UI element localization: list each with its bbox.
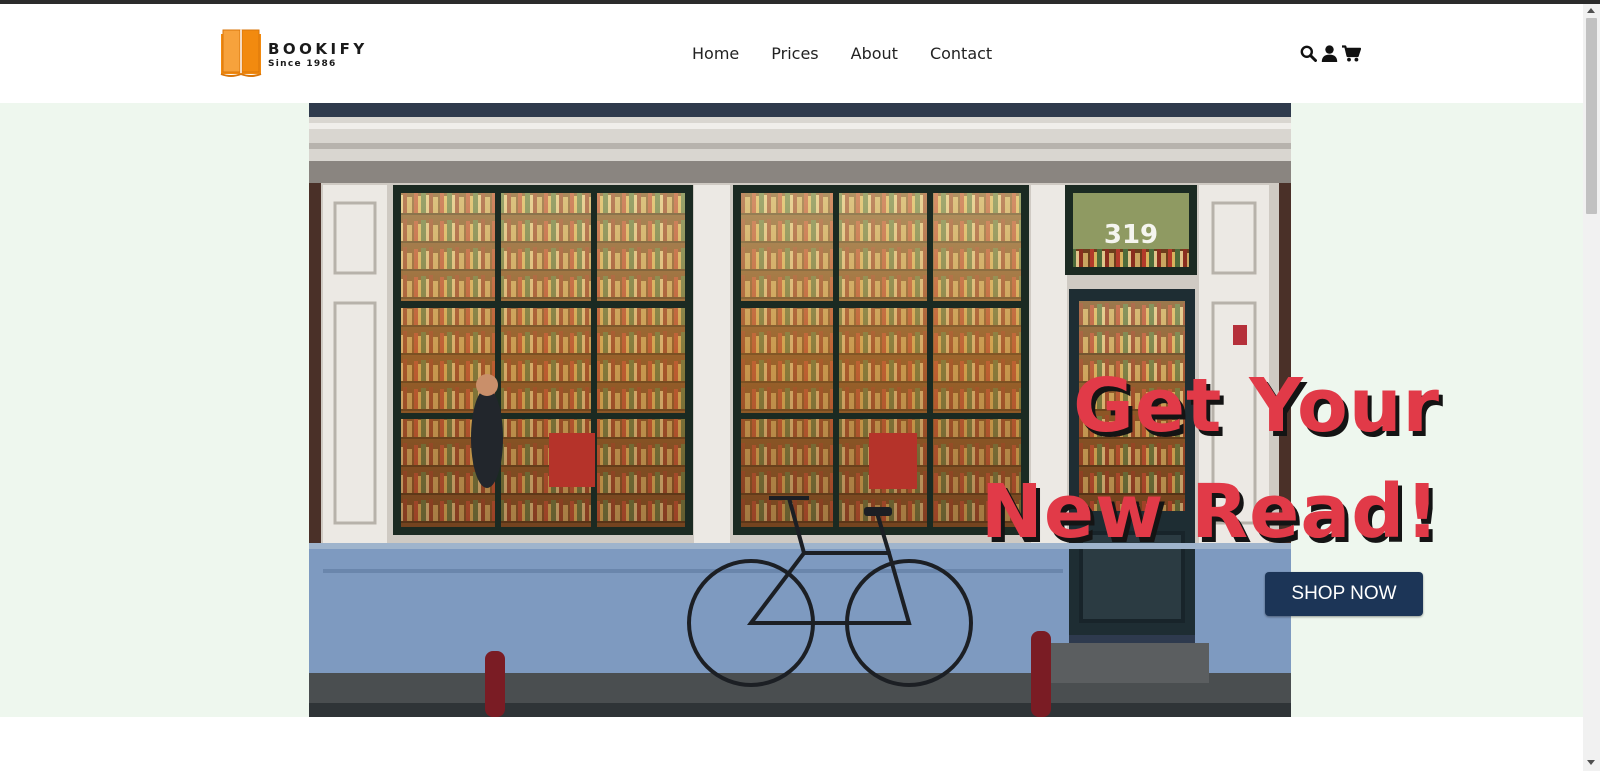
cart-icon[interactable] [1342,45,1361,62]
scroll-down-arrow-icon[interactable] [1587,760,1595,765]
scrollbar-thumb[interactable] [1586,18,1597,214]
hero-headline-line2: New Read! [980,469,1440,555]
nav-about-link[interactable]: About [851,44,898,68]
brand-name: BOOKIFY [268,40,368,58]
hero-section: 319 Get Your New Read! SHOP NOW [0,103,1583,717]
brand-tagline: Since 1986 [268,59,337,69]
brand-logo[interactable]: BOOKIFY Since 1986 [220,26,370,78]
nav-contact-link[interactable]: Contact [930,44,992,68]
page-viewport: BOOKIFY Since 1986 Home Prices About Con… [0,4,1583,771]
site-header: BOOKIFY Since 1986 Home Prices About Con… [0,4,1583,103]
header-actions [1300,45,1361,62]
storefront-number: 319 [1104,220,1158,250]
user-icon[interactable] [1321,45,1338,62]
shop-now-button[interactable]: SHOP NOW [1265,572,1423,616]
vertical-scrollbar[interactable] [1583,4,1600,771]
hero-headline: Get Your New Read! [981,353,1440,565]
search-icon[interactable] [1300,45,1317,62]
nav-home-link[interactable]: Home [692,44,739,68]
main-nav: Home Prices About Contact [692,44,1024,68]
nav-prices-link[interactable]: Prices [771,44,818,68]
hero-headline-line1: Get Your [1073,363,1440,449]
open-book-icon [220,29,262,77]
scroll-up-arrow-icon[interactable] [1587,8,1595,13]
